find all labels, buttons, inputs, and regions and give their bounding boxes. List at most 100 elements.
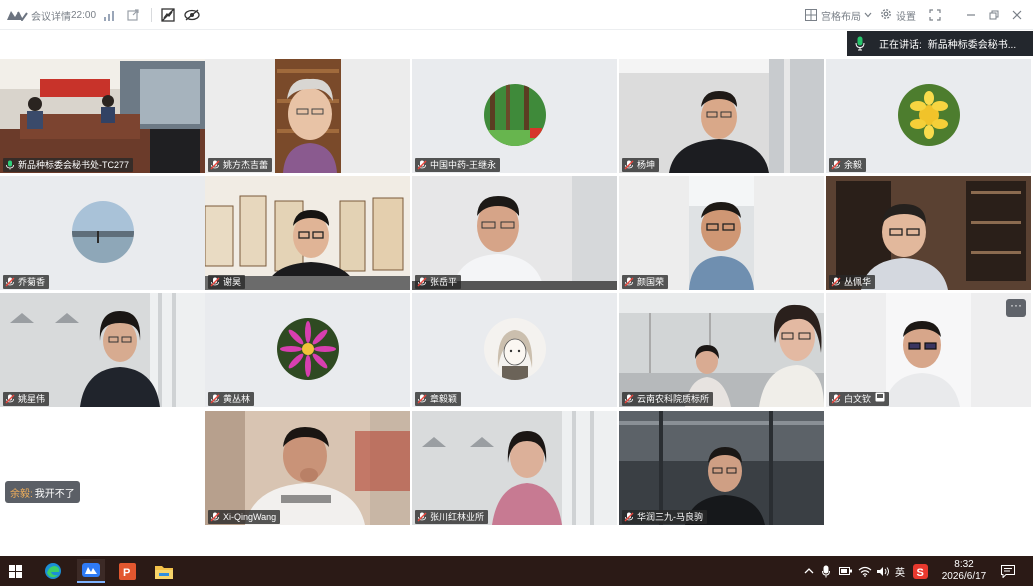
participant-name: 姚方杰吉蕾: [223, 160, 269, 170]
avatar: [276, 318, 339, 380]
mic-muted-icon: [624, 277, 634, 287]
layout-dropdown[interactable]: 宫格布局: [821, 0, 872, 30]
wifi-icon[interactable]: [858, 556, 872, 586]
avatar: [483, 318, 546, 380]
video-feed: [205, 59, 410, 173]
video-tile[interactable]: 华润三九-马良驹: [619, 411, 824, 525]
app-logo-icon: [6, 9, 28, 21]
video-tile[interactable]: 姚方杰吉蕾: [205, 59, 410, 173]
close-icon[interactable]: [1012, 0, 1022, 30]
participant-name-tag: 颜国荣: [622, 275, 669, 289]
app-logo: [6, 0, 28, 30]
video-tile[interactable]: 黄丛林: [205, 293, 410, 407]
tray-mic-icon[interactable]: [822, 556, 830, 586]
participant-name-tag: 姚方杰吉蕾: [208, 158, 273, 172]
mic-muted-icon: [624, 512, 634, 522]
video-feed: [826, 176, 1031, 290]
video-tile[interactable]: 丛佩华: [826, 176, 1031, 290]
video-feed: [205, 176, 410, 290]
mic-muted-icon: [210, 277, 220, 287]
tray-expand-icon[interactable]: [804, 556, 814, 586]
sogou-ime-icon[interactable]: S: [913, 556, 928, 586]
video-tile[interactable]: 姚星伟: [0, 293, 205, 407]
chat-message-bubble[interactable]: 余毅: 我开不了: [5, 481, 80, 503]
video-tile[interactable]: Xi-QingWang: [205, 411, 410, 525]
mic-muted-icon: [210, 512, 220, 522]
grid-layout-icon[interactable]: [805, 0, 817, 30]
share-link-icon[interactable]: [127, 0, 139, 30]
video-tile[interactable]: 余毅: [826, 59, 1031, 173]
participant-name: 华润三九-马良驹: [637, 512, 703, 522]
video-tile[interactable]: 中国中药-王继永: [412, 59, 617, 173]
mic-muted-icon: [417, 394, 427, 404]
mic-muted-icon: [210, 394, 220, 404]
participant-name-tag: 云南农科院质标所: [622, 392, 714, 406]
chat-text: 我开不了: [34, 488, 75, 500]
video-feed: [619, 59, 824, 173]
video-tile[interactable]: 张川红林业所: [412, 411, 617, 525]
edge-browser-icon[interactable]: [41, 559, 65, 583]
mic-muted-icon: [624, 160, 634, 170]
volume-icon[interactable]: [876, 556, 890, 586]
participant-name-tag: 华润三九-马良驹: [622, 510, 707, 524]
hide-video-icon[interactable]: [184, 0, 200, 30]
ime-indicator[interactable]: 英: [895, 556, 905, 586]
record-stats-icon[interactable]: [161, 0, 175, 30]
meeting-app-taskbar-icon[interactable]: [77, 559, 105, 583]
screen-share-icon: [875, 392, 885, 406]
participant-name: 黄丛林: [223, 394, 251, 404]
settings-button[interactable]: 设置: [880, 0, 916, 30]
participant-name-tag: 中国中药-王继永: [415, 158, 500, 172]
powerpoint-icon[interactable]: P: [115, 559, 139, 583]
participant-name: 云南农科院质标所: [637, 394, 710, 404]
mic-muted-icon: [831, 394, 841, 404]
chat-sender: 余毅:: [10, 488, 33, 500]
participant-name: 张川红林业所: [430, 512, 485, 522]
signal-icon: [104, 0, 116, 30]
avatar: [483, 84, 546, 146]
participant-name-tag: 张川红林业所: [415, 510, 489, 524]
meeting-details-link[interactable]: 会议详情: [31, 0, 71, 30]
video-feed: [826, 293, 1031, 407]
clock-date: 2026/6/17: [941, 571, 987, 582]
video-tile[interactable]: 章毅颖: [412, 293, 617, 407]
mic-on-icon: [5, 160, 15, 170]
more-options-button[interactable]: ···: [1006, 299, 1026, 317]
video-tile[interactable]: 白文钦: [826, 293, 1031, 407]
active-speaker-banner: 正在讲话: 新品种标委会秘书...: [847, 31, 1033, 56]
participant-name: 新品种标委会秘书处-TC277: [18, 160, 130, 170]
video-feed: [0, 293, 205, 407]
participant-name-tag: 谢昊: [208, 275, 246, 289]
mic-muted-icon: [624, 394, 634, 404]
participant-name-tag: 章毅颖: [415, 392, 462, 406]
mic-muted-icon: [831, 160, 841, 170]
microphone-icon: [855, 36, 869, 52]
settings-label: 设置: [896, 11, 916, 23]
participant-name: 章毅颖: [430, 394, 458, 404]
video-tile[interactable]: 杨坤: [619, 59, 824, 173]
restore-icon[interactable]: [989, 0, 999, 30]
video-tile[interactable]: 乔菊香: [0, 176, 205, 290]
tray-device-icon[interactable]: [839, 556, 853, 586]
participant-name: Xi-QingWang: [223, 512, 277, 522]
notification-icon[interactable]: [1001, 556, 1015, 586]
file-explorer-icon[interactable]: [152, 559, 176, 583]
video-tile[interactable]: 云南农科院质标所: [619, 293, 824, 407]
video-tile[interactable]: 颜国荣: [619, 176, 824, 290]
video-feed: [619, 176, 824, 290]
windows-start-icon[interactable]: [3, 559, 27, 583]
participant-name: 杨坤: [637, 160, 656, 170]
video-tile[interactable]: 张岳平: [412, 176, 617, 290]
participant-name: 张岳平: [430, 277, 458, 287]
participant-name-tag: 乔菊香: [3, 275, 50, 289]
video-tile[interactable]: 新品种标委会秘书处-TC277: [0, 59, 205, 173]
minimize-icon[interactable]: [966, 0, 976, 30]
participant-name-tag: 黄丛林: [208, 392, 255, 406]
mic-muted-icon: [417, 512, 427, 522]
video-tile[interactable]: 谢昊: [205, 176, 410, 290]
participant-name-tag: 余毅: [829, 158, 867, 172]
participant-name-tag: 姚星伟: [3, 392, 50, 406]
fullscreen-icon[interactable]: [929, 0, 941, 30]
participant-name-tag: 杨坤: [622, 158, 660, 172]
system-clock[interactable]: 8:32 2026/6/17: [938, 556, 990, 586]
